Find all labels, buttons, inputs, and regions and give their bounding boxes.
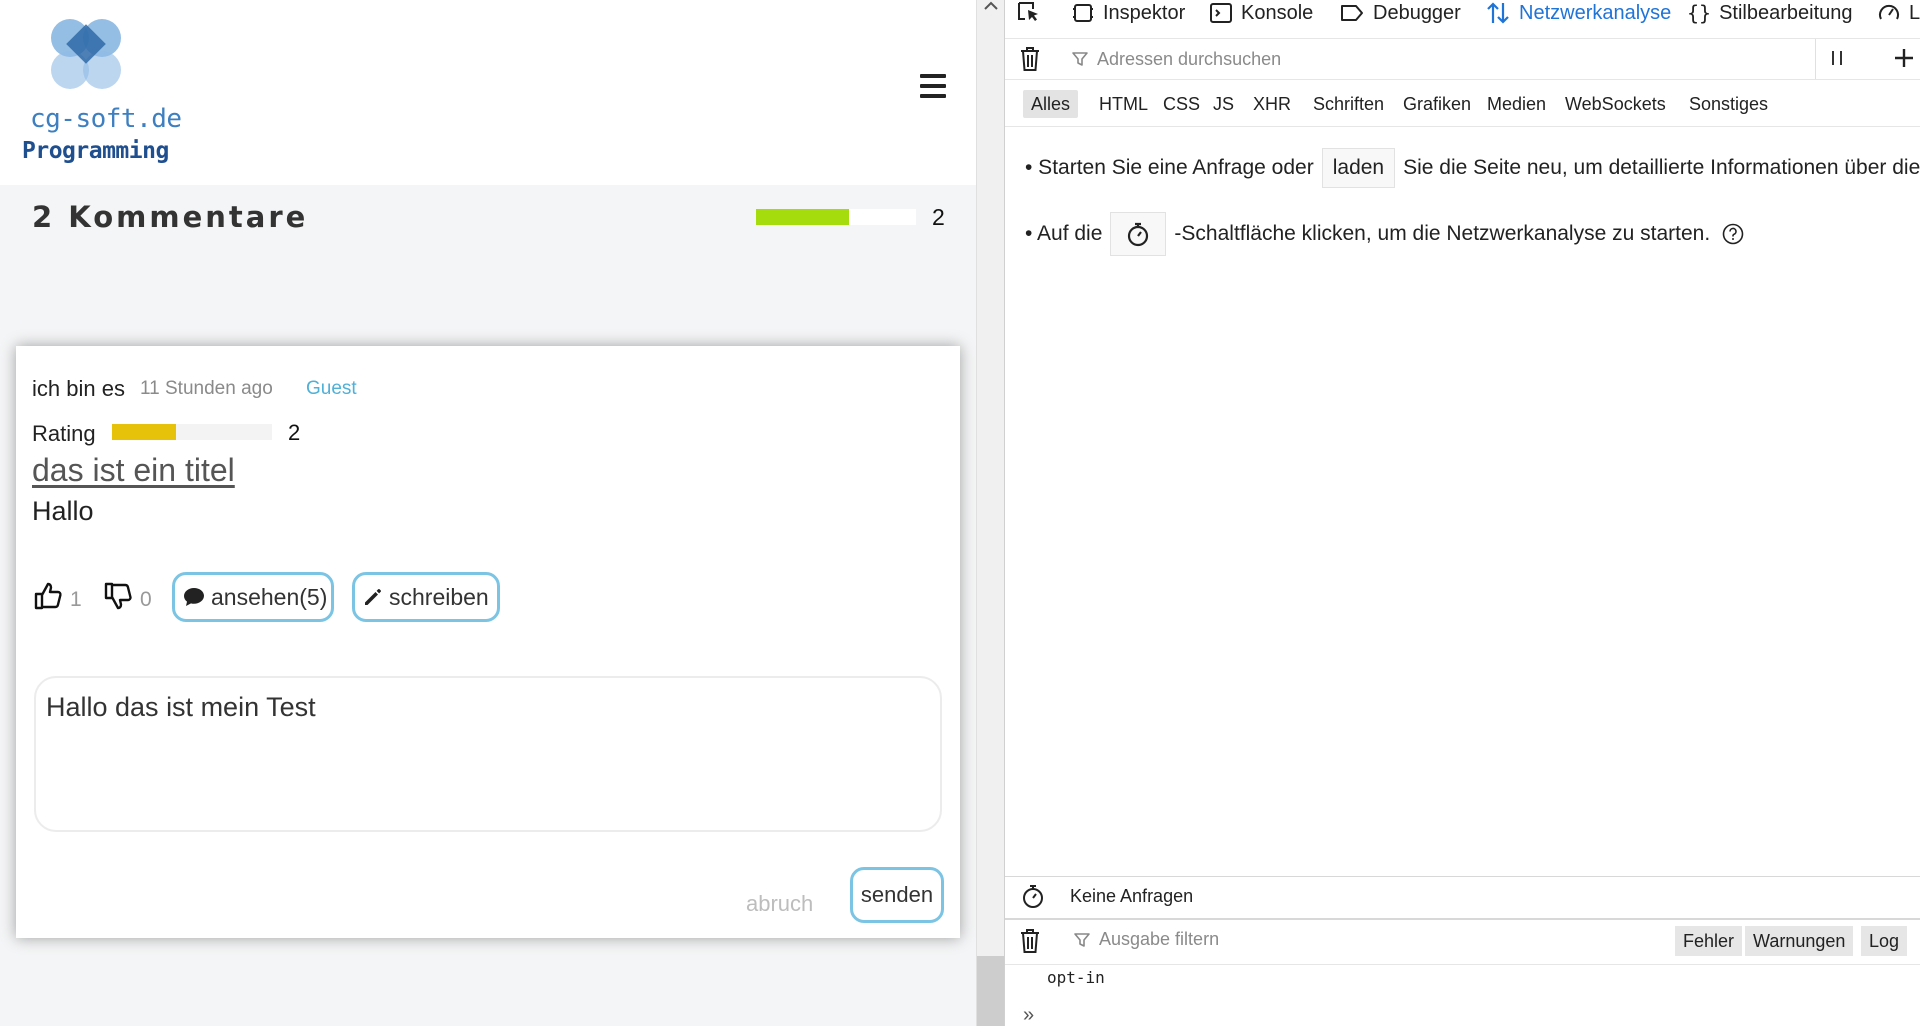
tab-network[interactable]: Netzwerkanalyse bbox=[1485, 0, 1671, 26]
url-filter-input[interactable] bbox=[1095, 47, 1559, 71]
network-empty-state: • Starten Sie eine Anfrage oder laden Si… bbox=[1005, 126, 1920, 876]
reload-hint: • Starten Sie eine Anfrage oder laden Si… bbox=[1025, 148, 1920, 188]
tab-debugger-label: Debugger bbox=[1373, 1, 1461, 24]
request-status-text: Keine Anfragen bbox=[1070, 886, 1194, 906]
comment-author: ich bin es bbox=[32, 376, 125, 401]
start-analysis-hint-post: -Schaltfläche klicken, um die Netzwerkan… bbox=[1174, 222, 1711, 245]
comments-heading: 2 Kommentare bbox=[32, 200, 309, 234]
type-filter-html[interactable]: HTML bbox=[1091, 90, 1156, 118]
console-icon bbox=[1210, 3, 1232, 23]
comment-body: Hallo bbox=[32, 496, 94, 526]
stopwatch-button[interactable] bbox=[1110, 212, 1167, 256]
type-filter-other[interactable]: Sonstiges bbox=[1681, 90, 1776, 118]
comment-title-link[interactable]: das ist ein titel bbox=[32, 452, 235, 489]
reload-button[interactable]: laden bbox=[1321, 148, 1396, 188]
stopwatch-icon bbox=[1128, 222, 1149, 247]
level-warnings-button[interactable]: Warnungen bbox=[1745, 926, 1854, 956]
view-replies-button[interactable]: ansehen(5) bbox=[172, 572, 334, 622]
rating-bar-fill bbox=[112, 424, 176, 440]
tab-performance[interactable]: L bbox=[1877, 0, 1920, 26]
abort-button[interactable]: abruch bbox=[746, 891, 813, 917]
scroll-up-arrow-icon[interactable] bbox=[981, 0, 1001, 12]
rating-count: 2 bbox=[288, 420, 301, 445]
tab-style-editor-label: Stilbearbeitung bbox=[1719, 1, 1853, 24]
debugger-icon bbox=[1341, 5, 1363, 21]
network-icon bbox=[1487, 2, 1509, 24]
thumbs-up-icon[interactable] bbox=[32, 580, 64, 612]
performance-icon bbox=[1879, 4, 1899, 20]
stopwatch-icon[interactable] bbox=[1021, 883, 1045, 909]
overall-rating-count: 2 bbox=[932, 204, 945, 230]
style-editor-icon: {} bbox=[1687, 1, 1712, 25]
trash-icon[interactable] bbox=[1019, 928, 1041, 954]
console-prompt[interactable]: » bbox=[1023, 1004, 1034, 1026]
trash-icon[interactable] bbox=[1019, 46, 1041, 72]
rating-bar bbox=[112, 424, 272, 440]
tab-performance-label: L bbox=[1909, 1, 1920, 24]
help-icon[interactable] bbox=[1722, 223, 1744, 245]
console-message: opt-in bbox=[1047, 968, 1105, 987]
level-errors-button[interactable]: Fehler bbox=[1675, 926, 1743, 956]
type-filter-js[interactable]: JS bbox=[1205, 90, 1242, 118]
filter-icon bbox=[1074, 932, 1090, 947]
toolbar-divider bbox=[1815, 39, 1816, 79]
type-filter-images[interactable]: Grafiken bbox=[1395, 90, 1479, 118]
reload-hint-text-pre: • Starten Sie eine Anfrage oder bbox=[1025, 156, 1314, 179]
type-filter-websockets[interactable]: WebSockets bbox=[1557, 90, 1674, 118]
pause-icon[interactable] bbox=[1829, 47, 1845, 69]
logo-subtitle: Programming bbox=[22, 138, 169, 164]
comment-role-badge: Guest bbox=[306, 378, 357, 399]
tab-console-label: Konsole bbox=[1241, 1, 1314, 24]
page-scrollbar[interactable] bbox=[976, 0, 1005, 1026]
reload-hint-text-post: Sie die Seite neu, um detaillierte Infor… bbox=[1403, 156, 1920, 179]
plus-icon[interactable] bbox=[1893, 47, 1915, 69]
hamburger-menu-icon[interactable] bbox=[920, 74, 946, 98]
overall-rating-bar-fill bbox=[756, 209, 849, 225]
type-filter-fonts[interactable]: Schriften bbox=[1305, 90, 1392, 118]
rating-label: Rating bbox=[32, 421, 96, 446]
pencil-icon bbox=[365, 589, 381, 605]
reply-textarea[interactable] bbox=[34, 676, 942, 832]
view-replies-label: ansehen(5) bbox=[211, 583, 328, 610]
type-filter-css[interactable]: CSS bbox=[1155, 90, 1208, 118]
tab-debugger[interactable]: Debugger bbox=[1339, 0, 1461, 26]
comment-time: 11 Stunden ago bbox=[140, 378, 273, 399]
web-page: cg-soft.de Programming 2 Kommentare 2 ic… bbox=[0, 0, 976, 1026]
devtools-tab-bar: Inspektor Konsole Debugger Netzwerkanaly… bbox=[1005, 0, 1920, 28]
console-filter[interactable] bbox=[1073, 928, 1501, 951]
thumbs-down-icon[interactable] bbox=[102, 580, 134, 612]
send-button[interactable]: senden bbox=[850, 867, 944, 923]
tab-inspector-label: Inspektor bbox=[1103, 1, 1186, 24]
logo-text: cg-soft.de bbox=[30, 104, 182, 134]
tab-console[interactable]: Konsole bbox=[1209, 0, 1313, 26]
tab-inspector[interactable]: Inspektor bbox=[1071, 0, 1185, 26]
overall-rating-bar bbox=[756, 209, 916, 225]
tab-pick-element[interactable] bbox=[1017, 0, 1051, 26]
devtools-panel: Inspektor Konsole Debugger Netzwerkanaly… bbox=[1004, 0, 1920, 1026]
level-log-button[interactable]: Log bbox=[1861, 926, 1908, 956]
scrollbar-thumb[interactable] bbox=[977, 956, 1005, 1026]
dislike-count: 0 bbox=[140, 588, 152, 611]
pick-element-icon bbox=[1018, 2, 1038, 21]
logo-icon bbox=[51, 19, 121, 89]
console-filter-input[interactable] bbox=[1097, 928, 1501, 951]
type-filter-media[interactable]: Medien bbox=[1479, 90, 1554, 118]
inspector-icon bbox=[1073, 4, 1093, 22]
type-filter-xhr[interactable]: XHR bbox=[1245, 90, 1299, 118]
url-filter[interactable] bbox=[1071, 46, 1571, 72]
start-analysis-hint: • Auf die -Schaltfläche klicken, um die … bbox=[1025, 212, 1744, 256]
write-reply-button[interactable]: schreiben bbox=[352, 572, 500, 622]
write-reply-label: schreiben bbox=[389, 583, 489, 610]
filter-icon bbox=[1072, 52, 1088, 66]
tab-network-label: Netzwerkanalyse bbox=[1519, 1, 1672, 24]
tab-style-editor[interactable]: {} Stilbearbeitung bbox=[1687, 0, 1853, 26]
speech-bubble-icon bbox=[184, 588, 204, 606]
start-analysis-hint-pre: • Auf die bbox=[1025, 222, 1103, 245]
type-filter-all[interactable]: Alles bbox=[1023, 90, 1079, 118]
like-count: 1 bbox=[70, 588, 82, 611]
site-header: cg-soft.de Programming bbox=[0, 0, 976, 185]
